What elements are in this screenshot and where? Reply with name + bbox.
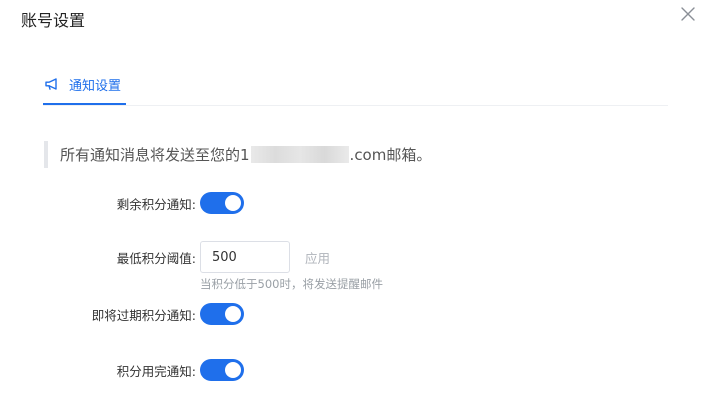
threshold-hint: 当积分低于500时，将发送提醒邮件 (200, 277, 383, 291)
switch-knob (225, 362, 241, 378)
megaphone-icon (45, 78, 57, 90)
tab-bar: 通知设置 (43, 67, 668, 106)
used-up-switch[interactable] (200, 359, 244, 381)
notice-prefix: 所有通知消息将发送至您的1 (60, 146, 250, 164)
email-notice: 所有通知消息将发送至您的1 .com邮箱。 (44, 141, 431, 168)
used-up-label: 积分用完通知: (116, 363, 196, 379)
expiring-points-label: 即将过期积分通知: (91, 307, 196, 323)
used-up-row: 积分用完通知: (0, 358, 244, 382)
switch-knob (225, 195, 241, 211)
remaining-points-label: 剩余积分通知: (116, 196, 196, 212)
threshold-label: 最低积分阈值: (116, 250, 196, 266)
threshold-input[interactable] (200, 241, 290, 273)
redacted-email (250, 146, 349, 163)
expiring-points-switch[interactable] (200, 303, 244, 325)
remaining-points-row: 剩余积分通知: (0, 191, 244, 215)
expiring-points-row: 即将过期积分通知: (0, 302, 244, 326)
close-icon[interactable] (678, 4, 698, 24)
tab-notification-settings[interactable]: 通知设置 (43, 67, 126, 105)
switch-knob (225, 306, 241, 322)
tab-label: 通知设置 (69, 79, 122, 94)
notice-suffix: .com邮箱。 (349, 146, 432, 164)
apply-button[interactable]: 应用 (305, 248, 330, 267)
dialog-title: 账号设置 (21, 11, 86, 30)
remaining-points-switch[interactable] (200, 192, 244, 214)
threshold-row: 最低积分阈值: 应用 (0, 240, 330, 274)
